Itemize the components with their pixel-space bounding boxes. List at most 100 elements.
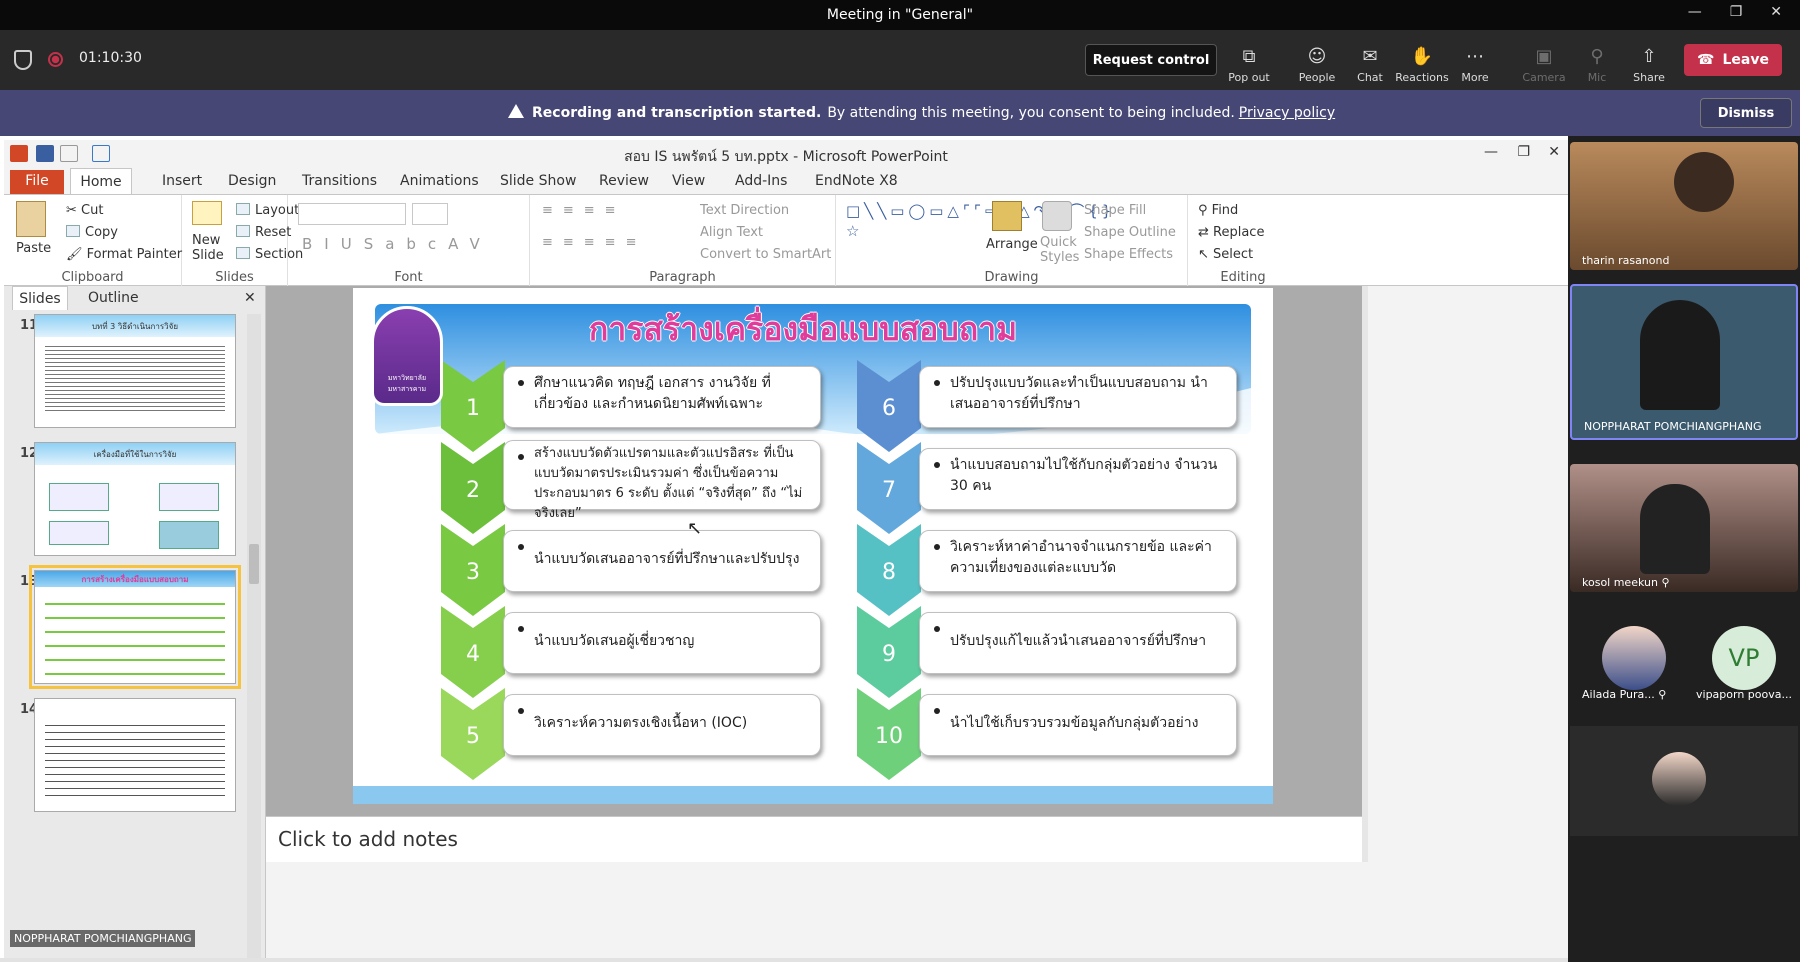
tab-file[interactable]: File <box>10 170 64 194</box>
university-logo: มหาวิทยาลัยมหาสารคาม <box>371 306 443 406</box>
share-button[interactable]: ⇧ Share <box>1622 38 1676 84</box>
tab-slides[interactable]: Slides <box>12 286 68 310</box>
slide-editor: มหาวิทยาลัยมหาสารคาม การสร้างเครื่องมือแ… <box>266 286 1362 816</box>
chat-button[interactable]: ✉ Chat <box>1343 38 1397 84</box>
tab-animations[interactable]: Animations <box>400 170 479 194</box>
tab-endnote[interactable]: EndNote X8 <box>815 170 898 194</box>
people-button[interactable]: ☺ People <box>1290 38 1344 84</box>
ribbon: Paste ✂ Cut Copy 🖌 Format Painter Clipbo… <box>4 194 1568 287</box>
tab-home[interactable]: Home <box>70 168 132 195</box>
tab-add-ins[interactable]: Add-Ins <box>735 170 787 194</box>
format-painter-button[interactable]: 🖌 Format Painter <box>66 247 182 262</box>
notes-placeholder: Click to add notes <box>278 827 458 851</box>
copy-button[interactable]: Copy <box>66 225 118 240</box>
ppt-close-icon[interactable]: ✕ <box>1548 144 1560 160</box>
participant-video-2 <box>1640 300 1720 410</box>
step-text-4: นำแบบวัดเสนอผู้เชี่ยวชาญ <box>503 612 821 674</box>
shield-icon <box>14 50 32 70</box>
slide-thumbnail-13[interactable]: 13 การสร้างเครื่องมือแบบสอบถาม <box>12 565 241 692</box>
reactions-button[interactable]: ✋ Reactions <box>1395 38 1449 84</box>
notes-pane[interactable]: Click to add notes <box>266 816 1362 862</box>
slide-thumbnail-12[interactable]: 12 เครื่องมือที่ใช้ในการวิจัย <box>12 442 238 564</box>
dismiss-button[interactable]: Dismiss <box>1700 98 1792 128</box>
slides-panel: Slides Outline ✕ 11 บทที่ 3 วิธีดำเนินกา… <box>4 286 266 962</box>
window-title: Meeting in "General" <box>826 7 974 23</box>
participant-avatar-5[interactable]: VP <box>1712 626 1776 690</box>
new-slide-button[interactable]: New Slide <box>192 233 232 263</box>
list-icons[interactable]: ≡≡≡≡ <box>542 203 626 218</box>
banner-bold-text: Recording and transcription started. <box>532 105 822 121</box>
find-icon: ⚲ <box>1198 203 1212 218</box>
step-text-3: นำแบบวัดเสนออาจารย์ที่ปรึกษาและปรับปรุง <box>503 530 821 592</box>
tab-design[interactable]: Design <box>228 170 276 194</box>
recording-icon <box>48 52 63 67</box>
replace-button[interactable]: ⇄ Replace <box>1198 225 1264 240</box>
panel-scrollbar[interactable] <box>247 314 261 962</box>
section-icon <box>236 247 250 259</box>
alignment-icons[interactable]: ≡≡≡≡≡ <box>542 235 646 250</box>
step-number-9: 9 <box>882 642 896 667</box>
camera-button[interactable]: ▣ Camera <box>1517 38 1571 84</box>
select-button[interactable]: ↖ Select <box>1198 247 1253 262</box>
minimize-icon[interactable]: — <box>1688 4 1702 20</box>
share-icon: ⇧ <box>1641 46 1657 67</box>
participant-tile-1[interactable]: tharin rasanond <box>1570 142 1798 270</box>
shape-fill-button[interactable]: Shape Fill <box>1084 203 1146 218</box>
close-panel-icon[interactable]: ✕ <box>244 290 256 306</box>
paste-button[interactable]: Paste <box>16 241 51 256</box>
font-size-box[interactable] <box>412 203 448 225</box>
clipboard-group: Paste ✂ Cut Copy 🖌 Format Painter Clipbo… <box>4 195 182 287</box>
participant-tile-2[interactable]: NOPPHARAT POMCHIANGPHANG <box>1570 284 1798 440</box>
step-number-8: 8 <box>882 560 896 585</box>
font-name-box[interactable] <box>298 203 406 225</box>
close-icon[interactable]: ✕ <box>1770 4 1782 20</box>
participant-avatar-6 <box>1652 752 1706 806</box>
arrange-button[interactable]: Arrange <box>986 237 1038 252</box>
step-number-2: 2 <box>466 478 480 503</box>
ppt-minimize-icon[interactable]: — <box>1484 144 1498 160</box>
pop-out-button[interactable]: ⧉ Pop out <box>1222 38 1276 84</box>
find-button[interactable]: ⚲ Find <box>1198 203 1238 218</box>
participant-video-1 <box>1674 152 1734 212</box>
shapes-gallery[interactable]: □╲╲▭◯▭△⌜⌜⇨⇩△↷⌒⌒{}☆ <box>846 201 1111 263</box>
align-text-button[interactable]: Align Text <box>700 225 763 240</box>
more-button[interactable]: ⋯ More <box>1448 38 1502 84</box>
shape-outline-button[interactable]: Shape Outline <box>1084 225 1176 240</box>
quick-styles-button[interactable]: Quick Styles <box>1040 235 1079 265</box>
tab-outline[interactable]: Outline <box>88 290 139 306</box>
convert-smartart-button[interactable]: Convert to SmartArt <box>700 247 831 262</box>
request-control-button[interactable]: Request control <box>1085 44 1217 76</box>
editing-group: ⚲ Find ⇄ Replace ↖ Select Editing <box>1198 203 1266 285</box>
tab-review[interactable]: Review <box>599 170 649 194</box>
leave-button[interactable]: ☎ Leave <box>1684 44 1782 76</box>
mic-button[interactable]: ⚲ Mic <box>1570 38 1624 84</box>
editor-scrollbar[interactable] <box>1362 286 1368 862</box>
tab-view[interactable]: View <box>672 170 705 194</box>
shared-screen: สอบ IS นพรัตน์ 5 บท.pptx - Microsoft Pow… <box>0 136 1568 962</box>
muted-icon: ⚲ <box>1658 688 1667 701</box>
window-titlebar: Meeting in "General" — ❐ ✕ <box>0 0 1800 30</box>
text-direction-button[interactable]: Text Direction <box>700 203 789 218</box>
slide-thumbnail-11[interactable]: 11 บทที่ 3 วิธีดำเนินการวิจัย <box>12 314 238 436</box>
privacy-policy-link[interactable]: Privacy policy <box>1239 105 1335 121</box>
font-format-icons[interactable]: BIUSabcAV <box>302 235 492 253</box>
participant-tile-6[interactable] <box>1570 726 1798 836</box>
ppt-restore-icon[interactable]: ❐ <box>1517 144 1530 160</box>
slide-thumbnail-14[interactable]: 14 <box>12 698 238 820</box>
tab-slide-show[interactable]: Slide Show <box>500 170 576 194</box>
participant-avatar-4[interactable] <box>1602 626 1666 690</box>
step-text-7: นำแบบสอบถามไปใช้กับกลุ่มตัวอย่าง จำนวน 3… <box>919 448 1237 510</box>
step-text-9: ปรับปรุงแก้ไขแล้วนำเสนออาจารย์ที่ปรึกษา <box>919 612 1237 674</box>
reset-button[interactable]: Reset <box>236 225 291 240</box>
drawing-group: □╲╲▭◯▭△⌜⌜⇨⇩△↷⌒⌒{}☆ Arrange Quick Styles … <box>836 195 1188 287</box>
maximize-icon[interactable]: ❐ <box>1730 4 1743 20</box>
shape-effects-button[interactable]: Shape Effects <box>1084 247 1173 262</box>
participant-tile-3[interactable]: kosol meekun ⚲ <box>1570 464 1798 592</box>
presenter-name-label: NOPPHARAT POMCHIANGPHANG <box>10 930 196 947</box>
cut-button[interactable]: ✂ Cut <box>66 203 103 218</box>
quick-access-toolbar: สอบ IS นพรัตน์ 5 บท.pptx - Microsoft Pow… <box>4 140 1568 168</box>
tab-transitions[interactable]: Transitions <box>302 170 377 194</box>
scissors-icon: ✂ <box>66 203 82 218</box>
participant-video-3 <box>1640 484 1710 574</box>
tab-insert[interactable]: Insert <box>162 170 202 194</box>
